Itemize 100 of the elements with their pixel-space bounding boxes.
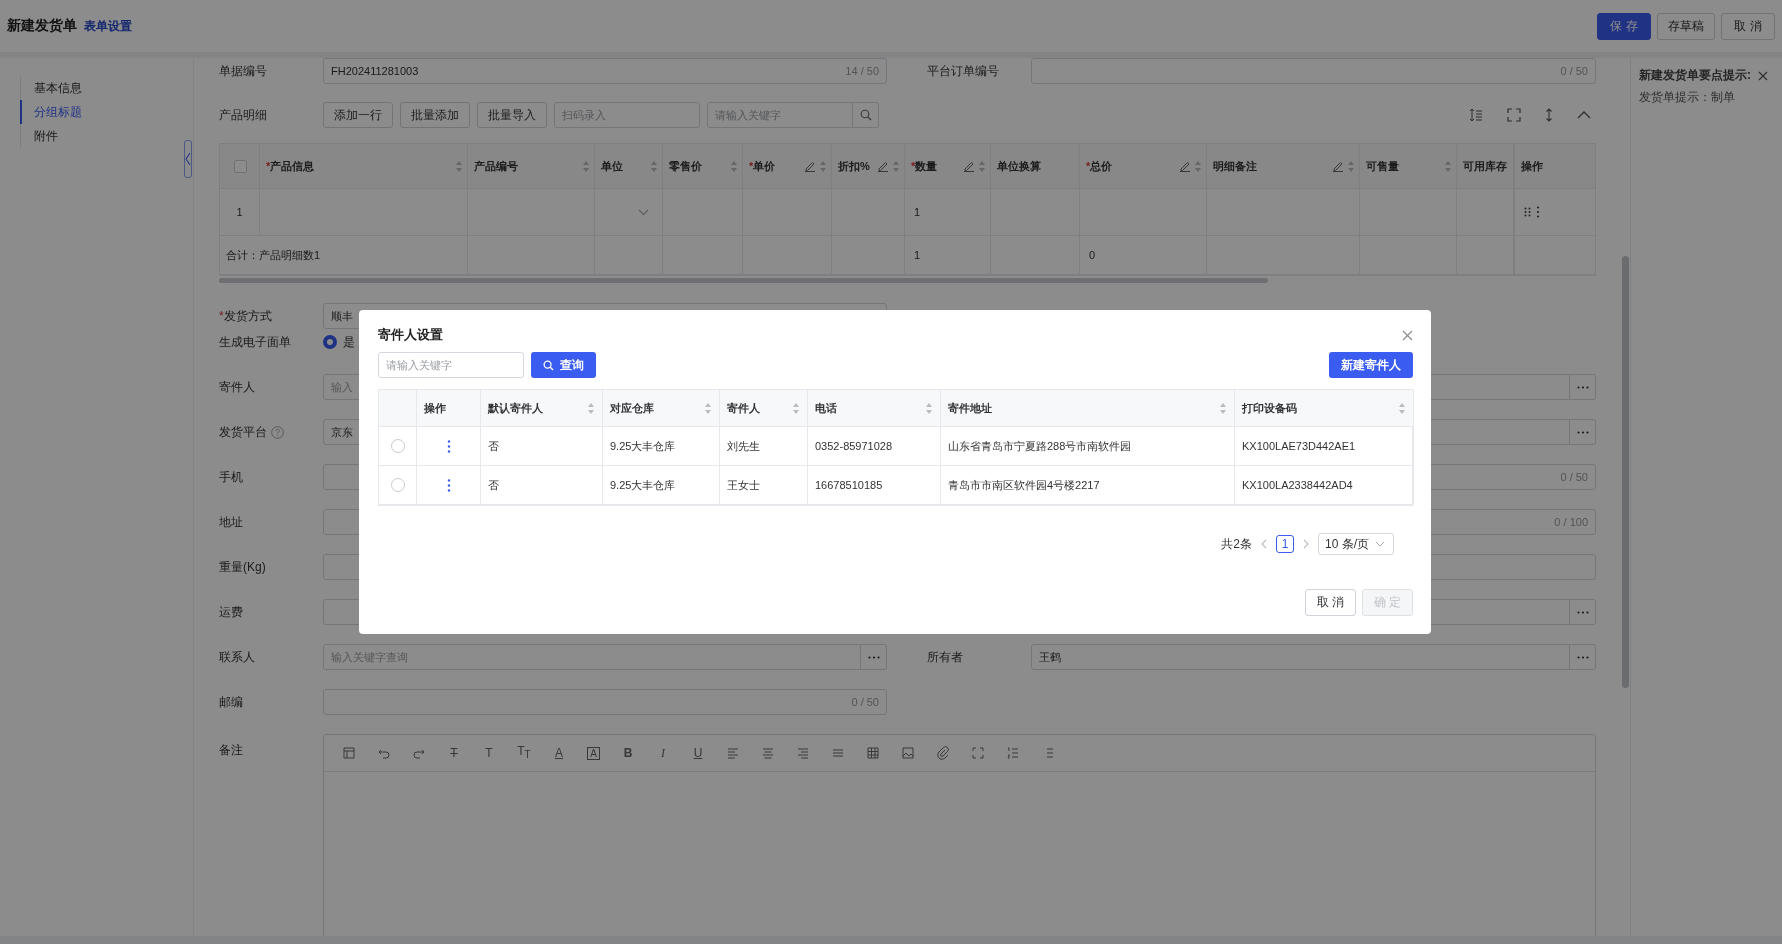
help-icon[interactable] bbox=[271, 425, 284, 439]
column-title: 寄件人 bbox=[727, 400, 760, 416]
field-label: 联系人 bbox=[219, 648, 255, 666]
pencil-icon[interactable] bbox=[877, 160, 889, 172]
drag-handle-icon[interactable] bbox=[1524, 207, 1532, 217]
sort-icon[interactable] bbox=[925, 401, 933, 415]
nav-item[interactable]: 基本信息 bbox=[20, 76, 82, 100]
sort-icon[interactable] bbox=[1398, 401, 1406, 415]
background-color-button[interactable]: A bbox=[587, 746, 600, 760]
toolbar-button[interactable]: 批量导入 bbox=[477, 102, 547, 128]
radio-button[interactable] bbox=[323, 335, 337, 349]
nav-item[interactable]: 附件 bbox=[20, 124, 58, 148]
sort-icon[interactable] bbox=[892, 159, 900, 173]
sort-icon[interactable] bbox=[1194, 159, 1202, 173]
collapse-handle[interactable] bbox=[184, 140, 192, 178]
new-sender-button[interactable]: 新建寄件人 bbox=[1329, 352, 1413, 378]
sort-icon[interactable] bbox=[978, 159, 986, 173]
pencil-icon[interactable] bbox=[804, 160, 816, 172]
toolbar-button[interactable]: 批量添加 bbox=[400, 102, 470, 128]
column-title: 操作 bbox=[424, 400, 446, 416]
field-label: 所有者 bbox=[927, 648, 963, 666]
chevron-up-icon[interactable] bbox=[1577, 111, 1591, 119]
field-label: 生成电子面单 bbox=[219, 333, 291, 351]
sort-icon[interactable] bbox=[455, 159, 463, 173]
page-size-select[interactable]: 10 条/页 bbox=[1318, 533, 1394, 555]
search-button[interactable]: 查询 bbox=[531, 352, 596, 378]
sort-icon[interactable] bbox=[1444, 159, 1452, 173]
more-icon[interactable] bbox=[1536, 206, 1540, 218]
sort-icon[interactable] bbox=[650, 159, 658, 173]
align-left-icon[interactable] bbox=[726, 746, 740, 760]
lookup-button[interactable] bbox=[1570, 374, 1596, 400]
sort-icon[interactable] bbox=[1219, 401, 1227, 415]
align-right-icon[interactable] bbox=[796, 746, 810, 760]
lookup-button[interactable] bbox=[1570, 419, 1596, 445]
align-center-icon[interactable] bbox=[761, 746, 775, 760]
bold-button[interactable]: B bbox=[621, 746, 635, 760]
ordered-list-icon[interactable] bbox=[1006, 746, 1020, 760]
column-title: *单价 bbox=[749, 158, 777, 174]
italic-button[interactable]: I bbox=[656, 746, 670, 760]
rich-text-editor[interactable]: T T T$_{T}$ A A B I U bbox=[323, 734, 1596, 936]
tips-title: 新建发货单要点提示: bbox=[1639, 67, 1751, 84]
more-icon bbox=[1576, 385, 1589, 389]
search-icon bbox=[859, 109, 872, 121]
strikethrough-button[interactable]: T bbox=[447, 746, 461, 760]
sort-icon[interactable] bbox=[582, 159, 590, 173]
close-icon[interactable] bbox=[1402, 329, 1413, 341]
table-cell: KX100LA2338442AD4 bbox=[1235, 466, 1414, 505]
chevron-down-icon bbox=[1375, 541, 1385, 547]
checkbox[interactable] bbox=[234, 159, 247, 173]
sort-icon[interactable] bbox=[704, 401, 712, 415]
font-size-button[interactable]: T bbox=[482, 746, 496, 760]
image-icon[interactable] bbox=[901, 746, 915, 760]
vertical-resize-icon[interactable] bbox=[1545, 108, 1553, 122]
clear-format-button[interactable]: T$_{T}$ bbox=[517, 743, 531, 763]
column-title: 零售价 bbox=[669, 158, 703, 174]
paperclip-icon[interactable] bbox=[936, 746, 950, 760]
font-color-button[interactable]: A bbox=[552, 746, 566, 760]
form-settings-link[interactable]: 表单设置 bbox=[84, 18, 132, 35]
line-height-icon[interactable] bbox=[1469, 108, 1483, 122]
input-field[interactable]: 王鹤 bbox=[1031, 644, 1570, 670]
page-number[interactable]: 1 bbox=[1276, 535, 1294, 553]
save-button[interactable]: 保存 bbox=[1597, 12, 1651, 40]
more-icon[interactable] bbox=[446, 439, 451, 453]
fullscreen-icon[interactable] bbox=[971, 746, 985, 760]
column-title: 单位换算 bbox=[997, 158, 1042, 174]
search-field[interactable]: 请输入关键字 bbox=[378, 352, 524, 378]
sort-icon[interactable] bbox=[819, 159, 827, 173]
lookup-button[interactable] bbox=[1570, 599, 1596, 625]
layout-icon[interactable] bbox=[342, 746, 356, 760]
lookup-button[interactable] bbox=[1570, 644, 1596, 670]
sort-icon[interactable] bbox=[587, 401, 595, 415]
pencil-icon[interactable] bbox=[1332, 160, 1344, 172]
underline-button[interactable]: U bbox=[691, 746, 705, 760]
pencil-icon[interactable] bbox=[1179, 160, 1191, 172]
field-label: 寄件人 bbox=[219, 378, 255, 396]
select-value: 10 条/页 bbox=[1325, 535, 1369, 553]
nav-item[interactable]: 分组标题 bbox=[20, 100, 82, 124]
fullscreen-icon[interactable] bbox=[1507, 108, 1521, 122]
sort-icon[interactable] bbox=[1347, 159, 1355, 173]
pencil-icon[interactable] bbox=[963, 160, 975, 172]
field-label: 单据编号 bbox=[219, 62, 268, 80]
field-label: 手机 bbox=[219, 468, 243, 486]
prev-page-icon[interactable] bbox=[1261, 539, 1267, 549]
sort-icon[interactable] bbox=[792, 401, 800, 415]
justify-icon[interactable] bbox=[831, 746, 845, 760]
sort-icon[interactable] bbox=[730, 159, 738, 173]
next-page-icon[interactable] bbox=[1303, 539, 1309, 549]
vertical-scrollbar[interactable] bbox=[1622, 256, 1629, 688]
close-icon[interactable] bbox=[1758, 70, 1768, 81]
search-button[interactable] bbox=[853, 102, 879, 128]
toolbar-button[interactable]: 添加一行 bbox=[323, 102, 393, 128]
lookup-button[interactable] bbox=[861, 644, 887, 670]
horizontal-scrollbar[interactable] bbox=[219, 278, 1268, 283]
table-cell: 9.25大丰仓库 bbox=[603, 466, 720, 505]
cancel-button[interactable]: 取消 bbox=[1305, 589, 1356, 616]
header-button[interactable]: 存草稿 bbox=[1657, 12, 1715, 40]
more-icon[interactable] bbox=[446, 478, 451, 492]
chevron-down-icon[interactable] bbox=[638, 208, 649, 216]
header-button[interactable]: 取消 bbox=[1721, 12, 1775, 40]
table-icon[interactable] bbox=[866, 746, 880, 760]
